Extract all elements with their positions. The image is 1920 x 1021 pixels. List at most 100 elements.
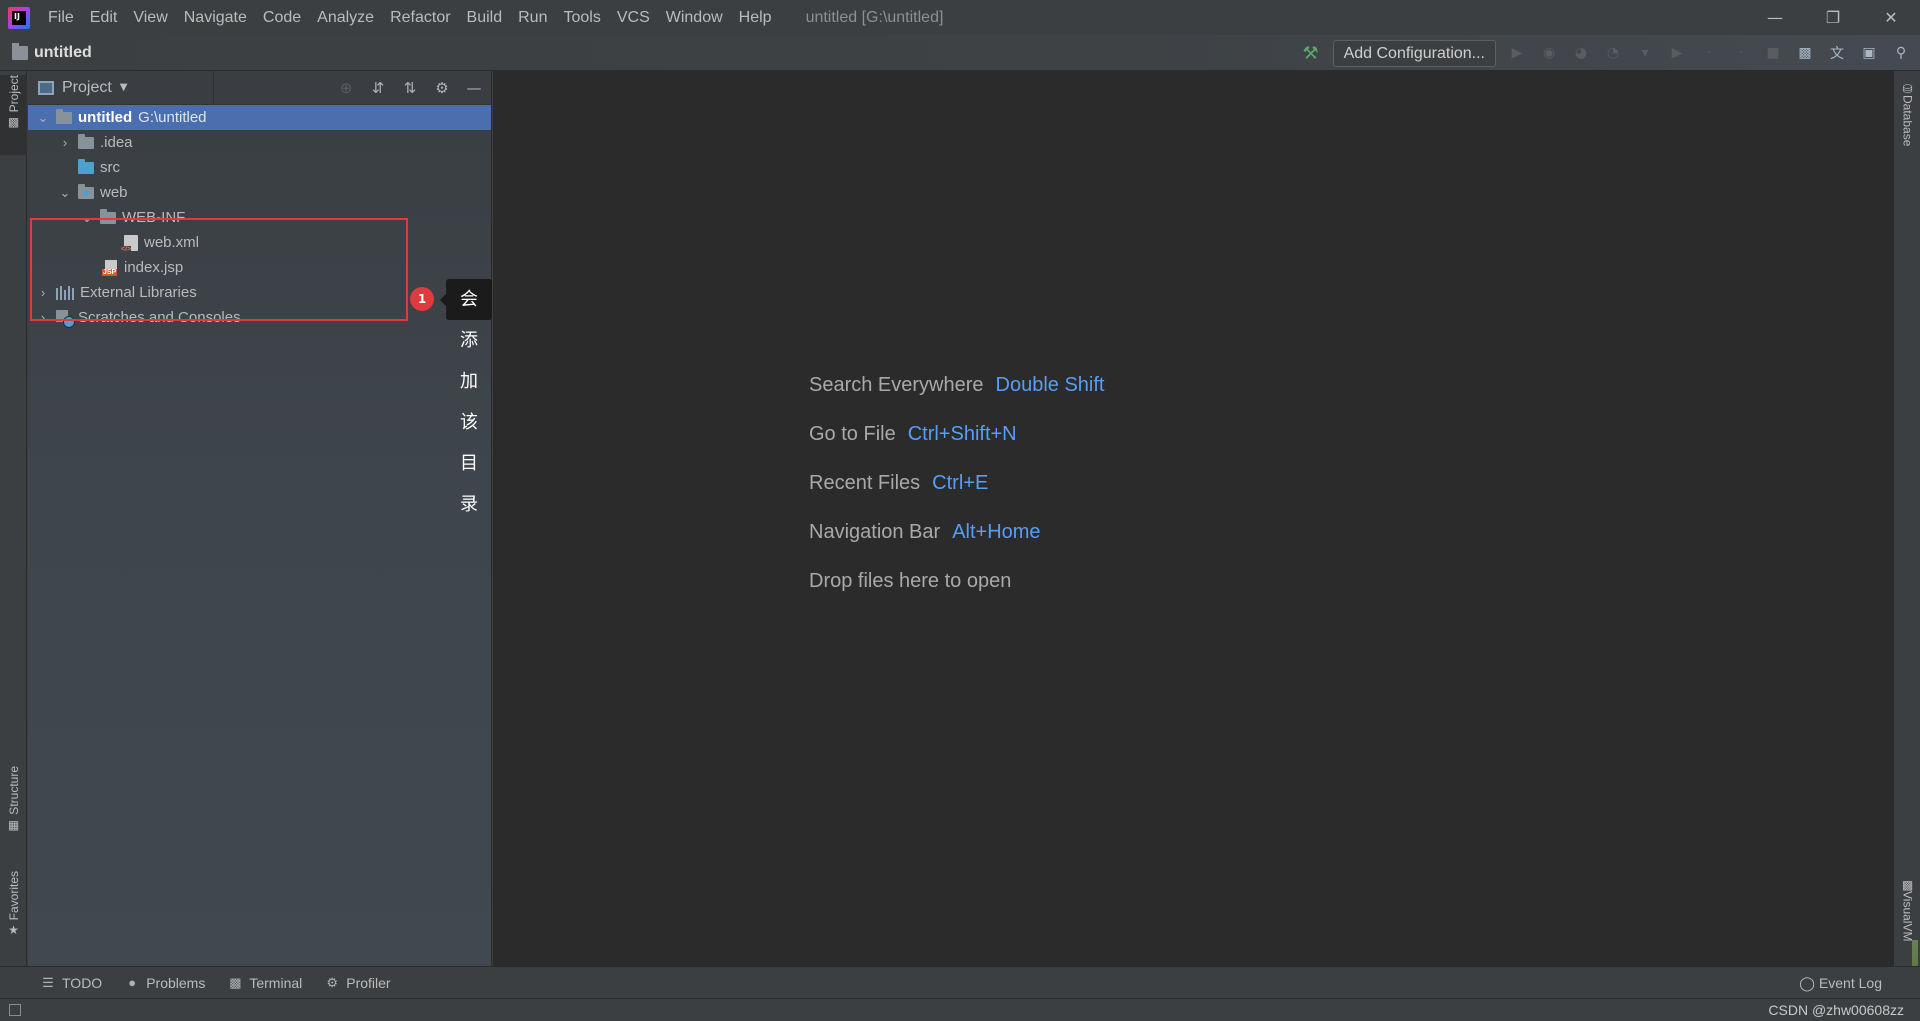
translate-icon[interactable]: 文: [1826, 42, 1848, 64]
visualvm-icon: ▩: [1901, 878, 1914, 892]
tab-favorites[interactable]: Favorites ★: [0, 871, 27, 961]
bottom-tool-bar: ☰ TODO ● Problems ▩ Terminal ⚙ Profiler …: [0, 966, 1920, 998]
tab-problems[interactable]: ● Problems: [124, 975, 205, 991]
project-panel-header: Project ▼ ⊕ ⇵ ⇅ ⚙ —: [28, 70, 491, 105]
menu-tools[interactable]: Tools: [555, 0, 608, 35]
chevron-down-icon[interactable]: ⌄: [36, 110, 50, 126]
title-bar: IJ File Edit View Navigate Code Analyze …: [0, 0, 1920, 35]
tab-visualvm-label: VisualVM: [1900, 891, 1915, 942]
menu-build[interactable]: Build: [459, 0, 511, 35]
run-toolbar: ⚒ Add Configuration... ▶ ◉ ◕ ◔ ▾ ▶ · · ■…: [1299, 35, 1912, 71]
menu-edit[interactable]: Edit: [82, 0, 126, 35]
toggle-tool-windows-icon[interactable]: [9, 1004, 21, 1016]
restore-button[interactable]: ❐: [1804, 0, 1862, 35]
folder-icon: ▩: [7, 115, 20, 130]
tree-node-index-jsp[interactable]: index.jsp: [28, 255, 491, 280]
project-tree: ⌄ untitled G:\untitled › .idea › src ⌄ w…: [28, 105, 492, 515]
annotation-badge: 1: [410, 287, 434, 311]
project-panel-title: Project: [62, 78, 112, 96]
scratches-label: Scratches and Consoles: [78, 309, 241, 326]
tab-profiler-label: Profiler: [346, 974, 391, 991]
dot-icon: ·: [1738, 45, 1744, 61]
window-controls: — ❐ ✕: [1746, 0, 1920, 35]
coverage-icon[interactable]: ◕: [1570, 42, 1592, 64]
project-view-selector[interactable]: Project ▼: [28, 70, 214, 105]
add-configuration-button[interactable]: Add Configuration...: [1332, 39, 1496, 67]
external-libraries-label: External Libraries: [80, 284, 197, 301]
menu-window[interactable]: Window: [658, 0, 731, 35]
editor-area[interactable]: Search Everywhere Double Shift Go to Fil…: [493, 71, 1893, 966]
right-tool-stripe: ⛁ Database ▩ VisualVM: [1893, 71, 1920, 966]
tab-terminal-label: Terminal: [249, 974, 303, 991]
dot-icon: ·: [1706, 45, 1712, 61]
tab-todo[interactable]: ☰ TODO: [40, 975, 102, 991]
close-button[interactable]: ✕: [1862, 0, 1920, 35]
tree-node-web-xml[interactable]: web.xml: [28, 230, 491, 255]
profile-icon[interactable]: ◔: [1602, 42, 1624, 64]
project-structure-icon[interactable]: ▩: [1794, 42, 1816, 64]
debug-icon[interactable]: ◉: [1538, 42, 1560, 64]
tab-structure[interactable]: Structure ▦: [0, 766, 27, 846]
hide-panel-icon[interactable]: —: [465, 79, 483, 97]
attach-debugger-icon[interactable]: ▶: [1666, 42, 1688, 64]
minimize-button[interactable]: —: [1746, 0, 1804, 35]
expand-all-icon[interactable]: ⇵: [369, 79, 387, 97]
watermark: CSDN @zhw00608zz: [1768, 1002, 1904, 1018]
tree-node-idea[interactable]: › .idea: [28, 130, 491, 155]
code-with-me-icon[interactable]: ▣: [1858, 42, 1880, 64]
menu-analyze[interactable]: Analyze: [309, 0, 382, 35]
root-name: untitled: [78, 109, 133, 126]
build-hammer-icon[interactable]: ⚒: [1299, 43, 1323, 64]
hint-label: Recent Files: [809, 472, 921, 494]
menu-refactor[interactable]: Refactor: [382, 0, 458, 35]
tab-profiler[interactable]: ⚙ Profiler: [324, 975, 390, 991]
chevron-right-icon[interactable]: ›: [36, 310, 50, 325]
folder-icon: [100, 208, 116, 224]
index-jsp-label: index.jsp: [124, 259, 184, 276]
hint-shortcut: Ctrl+Shift+N: [907, 423, 1017, 445]
main-menu: File Edit View Navigate Code Analyze Ref…: [40, 0, 780, 35]
chevron-down-icon[interactable]: ⌄: [80, 210, 94, 226]
run-icon[interactable]: ▶: [1506, 42, 1528, 64]
hint-go-to-file: Go to File Ctrl+Shift+N: [809, 410, 1105, 459]
menu-run[interactable]: Run: [510, 0, 555, 35]
event-log-button[interactable]: ◯ Event Log: [1799, 967, 1882, 999]
chevron-right-icon[interactable]: ›: [36, 285, 50, 300]
tab-project-label: Project: [6, 75, 21, 113]
web-label: web: [100, 184, 128, 201]
project-folder-icon: [12, 42, 28, 60]
intellij-logo-icon: IJ: [8, 6, 30, 29]
gear-icon[interactable]: ⚙: [433, 79, 451, 97]
breadcrumb[interactable]: untitled: [34, 44, 92, 62]
search-icon[interactable]: ⚲: [1890, 42, 1912, 64]
chevron-down-icon[interactable]: ⌄: [58, 185, 72, 201]
tree-node-web[interactable]: ⌄ web: [28, 180, 491, 205]
menu-help[interactable]: Help: [731, 0, 780, 35]
tab-database[interactable]: ⛁ Database: [1894, 79, 1920, 179]
list-icon: ☰: [42, 974, 54, 990]
structure-icon: ▦: [7, 817, 20, 832]
hint-recent-files: Recent Files Ctrl+E: [809, 459, 1105, 508]
menu-navigate[interactable]: Navigate: [176, 0, 255, 35]
menu-code[interactable]: Code: [255, 0, 309, 35]
window-title: untitled [G:\untitled]: [805, 8, 944, 26]
jsp-file-icon: [102, 259, 118, 276]
idea-label: .idea: [100, 134, 133, 151]
tree-node-web-inf[interactable]: ⌄ WEB-INF: [28, 205, 491, 230]
stop-icon[interactable]: ■: [1762, 42, 1784, 64]
locate-file-icon[interactable]: ⊕: [337, 79, 355, 97]
source-folder-icon: [78, 158, 94, 174]
collapse-all-icon[interactable]: ⇅: [401, 79, 419, 97]
problems-icon: ●: [128, 975, 137, 990]
tab-project[interactable]: Project ▩: [0, 75, 27, 155]
menu-vcs[interactable]: VCS: [609, 0, 658, 35]
menu-file[interactable]: File: [40, 0, 82, 35]
more-run-chevron-down-icon[interactable]: ▾: [1634, 42, 1656, 64]
tree-node-src[interactable]: › src: [28, 155, 491, 180]
scratches-icon: [56, 309, 75, 328]
tab-terminal[interactable]: ▩ Terminal: [227, 975, 302, 991]
tab-structure-label: Structure: [6, 766, 21, 815]
menu-view[interactable]: View: [125, 0, 175, 35]
chevron-right-icon[interactable]: ›: [58, 135, 72, 150]
tree-node-root[interactable]: ⌄ untitled G:\untitled: [28, 105, 491, 130]
